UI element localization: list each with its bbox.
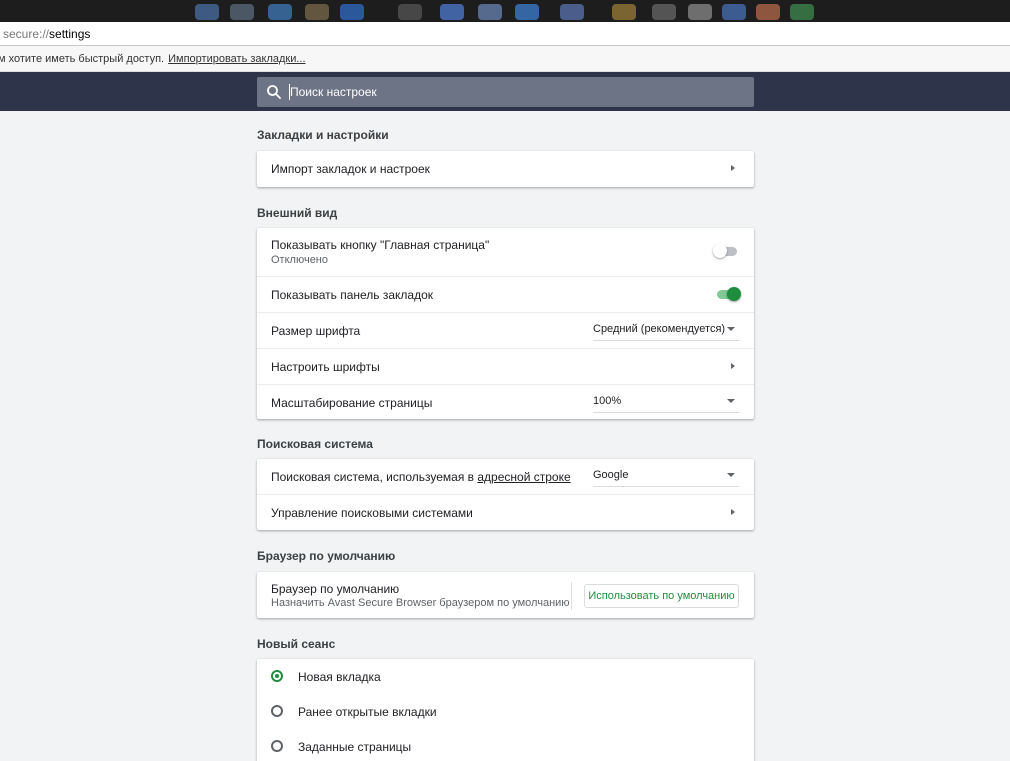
startup-option-label: Новая вкладка [298, 670, 381, 684]
url-scheme: secure:// [3, 27, 50, 41]
settings-header: Поиск настроек [0, 72, 1010, 111]
taskbar-app-icon[interactable] [688, 4, 712, 20]
bookmarks-bar-toggle[interactable] [717, 287, 741, 301]
startup-option-continue[interactable]: Ранее открытые вкладки [257, 694, 754, 729]
startup-card: Новая вкладка Ранее открытые вкладки Зад… [257, 659, 754, 761]
taskbar-app-icon[interactable] [652, 4, 676, 20]
startup-option-new-tab[interactable]: Новая вкладка [257, 659, 754, 694]
font-size-label: Размер шрифта [271, 324, 361, 338]
address-bar[interactable]: secure://settings [0, 22, 1010, 46]
make-default-button[interactable]: Использовать по умолчанию [584, 584, 739, 608]
page-zoom-label: Масштабирование страницы [271, 396, 433, 410]
default-browser-row: Браузер по умолчанию Назначить Avast Sec… [257, 572, 754, 618]
search-engine-select[interactable]: Google [593, 467, 739, 487]
bookmarks-bar-row[interactable]: Показывать панель закладок [257, 276, 754, 312]
taskbar-app-icon[interactable] [440, 4, 464, 20]
url-path: settings [49, 27, 91, 41]
chevron-down-icon [727, 327, 735, 331]
taskbar-app-icon[interactable] [756, 4, 780, 20]
chevron-down-icon [727, 473, 735, 477]
search-engine-label-prefix: Поисковая система, используемая в [271, 470, 478, 484]
home-button-label: Показывать кнопку "Главная страница" [271, 238, 490, 252]
taskbar-app-icon[interactable] [478, 4, 502, 20]
url-text[interactable]: secure://settings [3, 27, 90, 41]
search-input[interactable]: Поиск настроек [257, 77, 754, 107]
appearance-card: Показывать кнопку "Главная страница" Отк… [257, 228, 754, 419]
customize-fonts-label: Настроить шрифты [271, 360, 380, 374]
page-zoom-select[interactable]: 100% [593, 393, 739, 413]
startup-option-label: Ранее открытые вкладки [298, 705, 437, 719]
chevron-down-icon [727, 399, 735, 403]
divider [571, 582, 572, 610]
taskbar [0, 0, 1010, 22]
taskbar-app-icon[interactable] [722, 4, 746, 20]
section-title-default-browser: Браузер по умолчанию [257, 549, 396, 563]
radio-button[interactable] [271, 705, 283, 717]
manage-search-engines-row[interactable]: Управление поисковыми системами [257, 494, 754, 530]
radio-button[interactable] [271, 740, 283, 752]
home-button-status: Отключено [271, 254, 328, 266]
default-browser-card: Браузер по умолчанию Назначить Avast Sec… [257, 572, 754, 618]
font-size-select[interactable]: Средний (рекомендуется) [593, 321, 739, 341]
search-placeholder: Поиск настроек [290, 85, 377, 99]
search-engine-row: Поисковая система, используемая в адресн… [257, 459, 754, 494]
search-engine-card: Поисковая система, используемая в адресн… [257, 459, 754, 530]
chevron-right-icon [731, 509, 735, 515]
search-engine-value: Google [593, 469, 629, 481]
import-bookmarks-label: Импорт закладок и настроек [271, 162, 430, 176]
bookmarks-card: Импорт закладок и настроек [257, 151, 754, 187]
section-title-appearance: Внешний вид [257, 206, 338, 220]
bookmarks-bar-hint: м хотите иметь быстрый доступ. [0, 53, 165, 65]
taskbar-app-icon[interactable] [340, 4, 364, 20]
import-bookmarks-row[interactable]: Импорт закладок и настроек [257, 151, 754, 187]
section-title-bookmarks: Закладки и настройки [257, 128, 389, 142]
toggle-knob [713, 244, 727, 258]
page-zoom-value: 100% [593, 395, 622, 407]
startup-option-label: Заданные страницы [298, 740, 412, 754]
default-browser-sublabel: Назначить Avast Secure Browser браузером… [271, 597, 570, 609]
font-size-value: Средний (рекомендуется) [593, 323, 726, 335]
taskbar-app-icon[interactable] [268, 4, 292, 20]
taskbar-app-icon[interactable] [195, 4, 219, 20]
home-button-toggle[interactable] [713, 244, 737, 258]
home-button-row[interactable]: Показывать кнопку "Главная страница" Отк… [257, 228, 754, 276]
address-bar-link[interactable]: адресной строке [477, 470, 570, 484]
toggle-knob [727, 287, 741, 301]
taskbar-app-icon[interactable] [230, 4, 254, 20]
font-size-row: Размер шрифта Средний (рекомендуется) [257, 312, 754, 348]
section-title-search-engine: Поисковая система [257, 437, 373, 451]
section-title-startup: Новый сеанс [257, 637, 336, 651]
taskbar-app-icon[interactable] [305, 4, 329, 20]
page-zoom-row: Масштабирование страницы 100% [257, 384, 754, 419]
bookmarks-bar-label: Показывать панель закладок [271, 288, 434, 302]
chevron-right-icon [731, 165, 735, 171]
search-icon [267, 85, 281, 99]
default-browser-label: Браузер по умолчанию [271, 582, 400, 596]
taskbar-app-icon[interactable] [560, 4, 584, 20]
import-bookmarks-link[interactable]: Импортировать закладки... [168, 53, 305, 65]
manage-search-engines-label: Управление поисковыми системами [271, 506, 473, 520]
chevron-right-icon [731, 363, 735, 369]
taskbar-app-icon[interactable] [612, 4, 636, 20]
startup-option-specific-pages[interactable]: Заданные страницы [257, 729, 754, 761]
taskbar-app-icon[interactable] [515, 4, 539, 20]
taskbar-app-icon[interactable] [398, 4, 422, 20]
customize-fonts-row[interactable]: Настроить шрифты [257, 348, 754, 384]
radio-button-checked[interactable] [271, 670, 283, 682]
search-engine-label: Поисковая система, используемая в адресн… [271, 470, 571, 484]
bookmarks-bar: м хотите иметь быстрый доступ. Импортиров… [0, 46, 1010, 72]
taskbar-app-icon[interactable] [790, 4, 814, 20]
